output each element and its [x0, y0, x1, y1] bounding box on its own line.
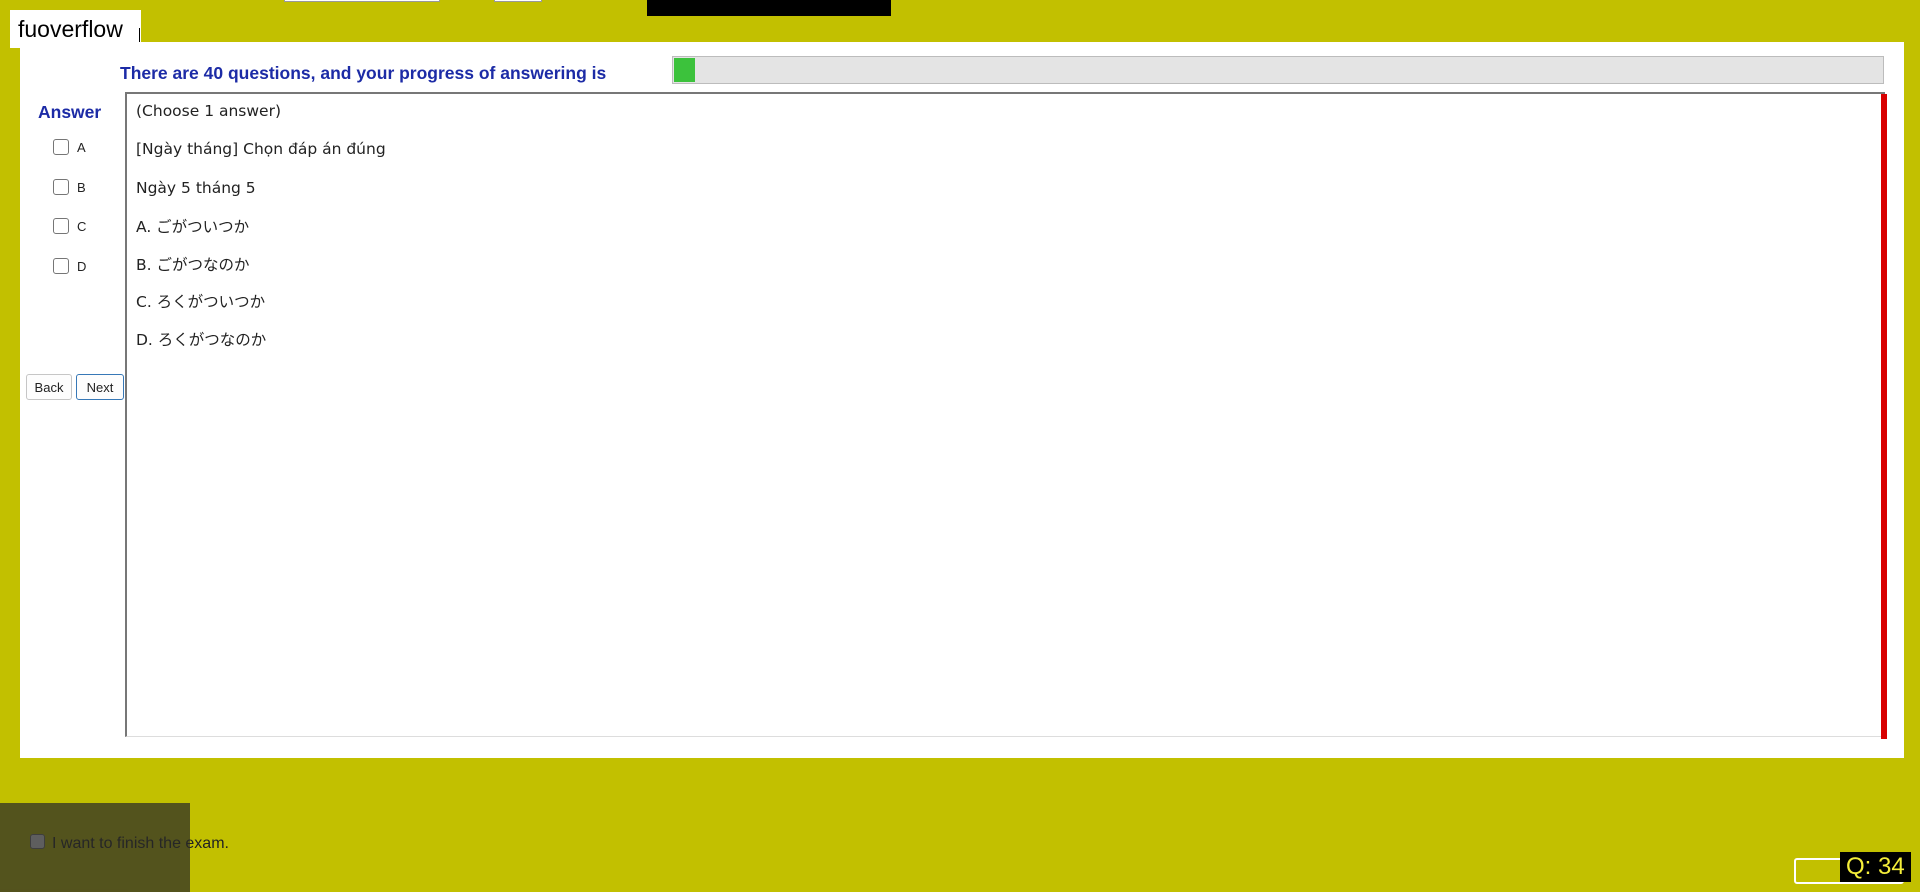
watermark-logo — [0, 803, 190, 892]
question-counter: Q: 34 — [1840, 852, 1911, 882]
option-c-checkbox[interactable] — [53, 218, 69, 234]
option-c-label: C — [77, 218, 87, 234]
option-a-label: A — [77, 139, 86, 155]
top-small-input[interactable] — [494, 0, 542, 2]
option-b-label: B — [77, 179, 86, 195]
option-a[interactable]: A — [53, 139, 86, 155]
option-d-checkbox[interactable] — [53, 258, 69, 274]
question-prompt: Ngày 5 tháng 5 — [136, 179, 256, 197]
option-c[interactable]: C — [53, 218, 86, 234]
choice-c-text: C. ろくがついつか — [136, 293, 266, 311]
progress-label: There are 40 questions, and your progres… — [120, 63, 607, 83]
top-black-bar — [647, 0, 891, 16]
question-topic: [Ngày tháng] Chọn đáp án đúng — [136, 140, 386, 158]
progress-bar — [672, 56, 1884, 84]
question-instruction: (Choose 1 answer) — [136, 102, 282, 120]
option-a-checkbox[interactable] — [53, 139, 69, 155]
question-content: (Choose 1 answer) [Ngày tháng] Chọn đáp … — [125, 92, 1887, 739]
answer-title: Answer — [38, 102, 102, 122]
scroll-indicator — [1881, 94, 1887, 739]
top-input[interactable] — [284, 0, 440, 2]
progress-fill — [674, 58, 695, 82]
choice-a-text: A. ごがついつか — [136, 218, 250, 236]
back-button[interactable]: Back — [26, 374, 72, 400]
choice-d-text: D. ろくがつなのか — [136, 331, 267, 349]
choice-b-text: B. ごがつなのか — [136, 256, 250, 274]
next-button[interactable]: Next — [76, 374, 124, 400]
option-b-checkbox[interactable] — [53, 179, 69, 195]
option-d-label: D — [77, 258, 87, 274]
option-b[interactable]: B — [53, 179, 86, 195]
option-d[interactable]: D — [53, 258, 86, 274]
